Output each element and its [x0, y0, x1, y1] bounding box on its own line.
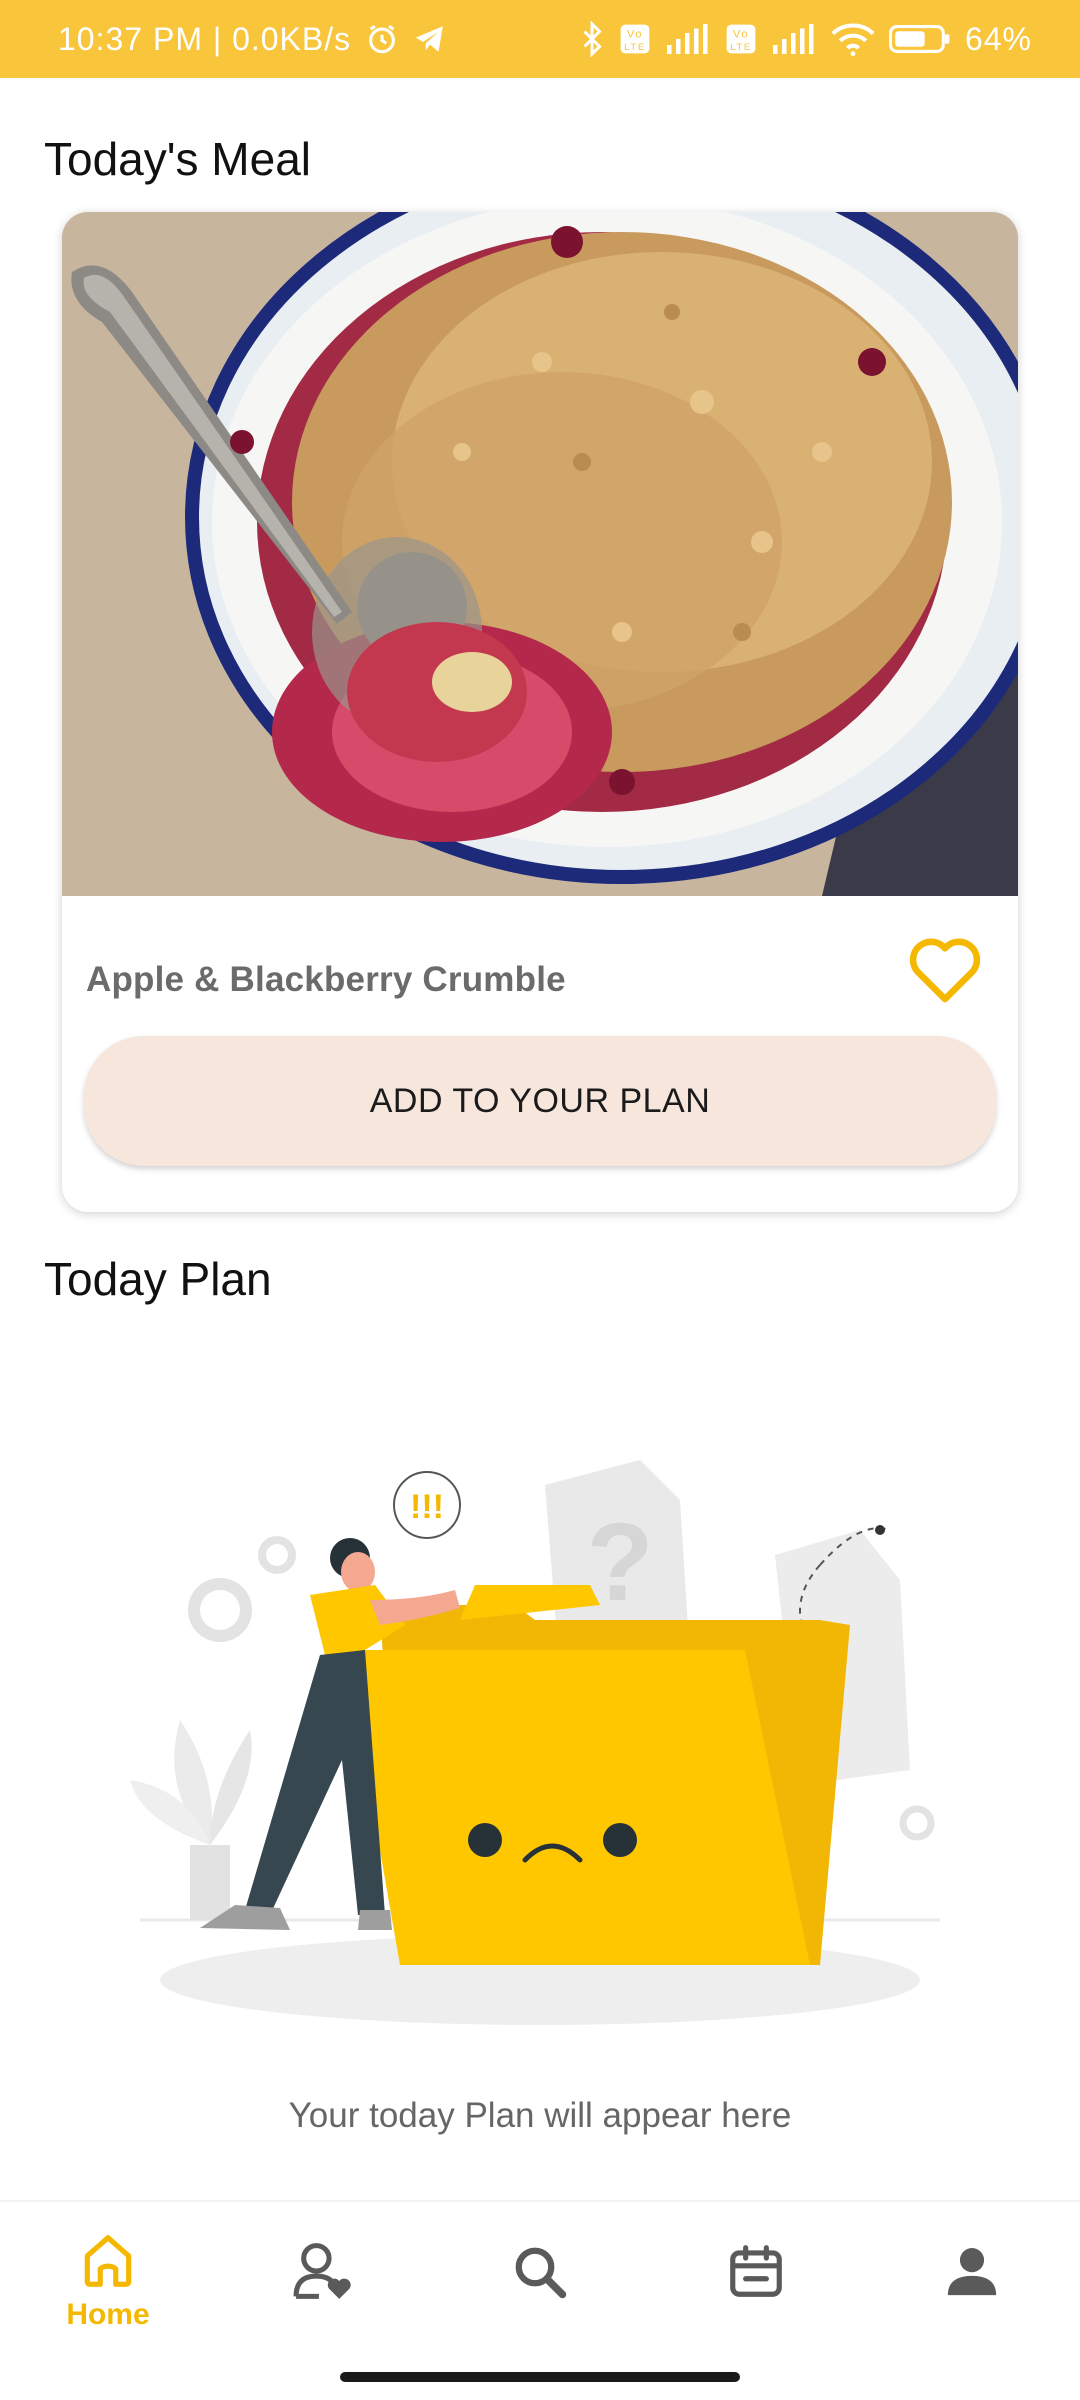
status-right: Vo LTE Vo LTE 64%	[579, 21, 1032, 58]
signal-icon	[771, 24, 817, 54]
volte-icon: Vo LTE	[725, 23, 757, 55]
nav-search[interactable]	[460, 2230, 620, 2360]
status-time: 10:37 PM | 0.0KB/s	[58, 20, 352, 57]
meal-name: Apple & Blackberry Crumble	[86, 960, 566, 999]
nav-profile[interactable]	[892, 2230, 1052, 2360]
battery-percent: 64%	[964, 20, 1032, 57]
heart-outline-icon	[909, 938, 981, 1003]
profile-icon	[947, 2248, 997, 2296]
svg-text:?: ?	[586, 1501, 653, 1624]
meal-image	[62, 212, 1018, 896]
today-plan-title: Today Plan	[44, 1253, 272, 1305]
favorite-button[interactable]	[900, 926, 990, 1010]
empty-plan-illustration: ? !!!	[130, 1460, 940, 2025]
empty-plan-message: Your today Plan will appear here	[288, 2096, 792, 2135]
svg-text:Vo: Vo	[733, 28, 749, 40]
status-bar: 10:37 PM | 0.0KB/s Vo LTE Vo LTE 64%	[0, 0, 1080, 78]
nav-home[interactable]: Home	[28, 2230, 188, 2360]
alarm-icon	[365, 22, 399, 56]
bluetooth-icon	[579, 21, 605, 57]
search-icon	[515, 2247, 567, 2299]
illustration-bubble-text: !!!	[410, 1488, 444, 1526]
favorite-person-icon	[293, 2243, 351, 2299]
home-icon	[84, 2235, 132, 2287]
calendar-icon	[730, 2245, 782, 2297]
home-indicator	[340, 2372, 740, 2382]
nav-home-label: Home	[66, 2298, 150, 2331]
todays-meal-title: Today's Meal	[44, 133, 312, 185]
battery-icon	[888, 23, 951, 55]
signal-icon	[665, 24, 711, 54]
nav-favorites[interactable]	[244, 2230, 404, 2360]
svg-text:LTE: LTE	[730, 42, 752, 53]
bottom-nav: Home	[0, 2200, 1080, 2400]
meal-card[interactable]: Apple & Blackberry Crumble ADD TO YOUR P…	[62, 212, 1018, 1212]
svg-text:LTE: LTE	[624, 42, 646, 53]
nav-plan[interactable]	[676, 2230, 836, 2360]
status-left: 10:37 PM | 0.0KB/s	[58, 21, 447, 58]
volte-icon: Vo LTE	[619, 23, 651, 55]
wifi-icon	[831, 22, 875, 56]
add-to-plan-button[interactable]: ADD TO YOUR PLAN	[84, 1036, 996, 1166]
telegram-icon	[413, 22, 447, 56]
svg-text:Vo: Vo	[627, 28, 643, 40]
